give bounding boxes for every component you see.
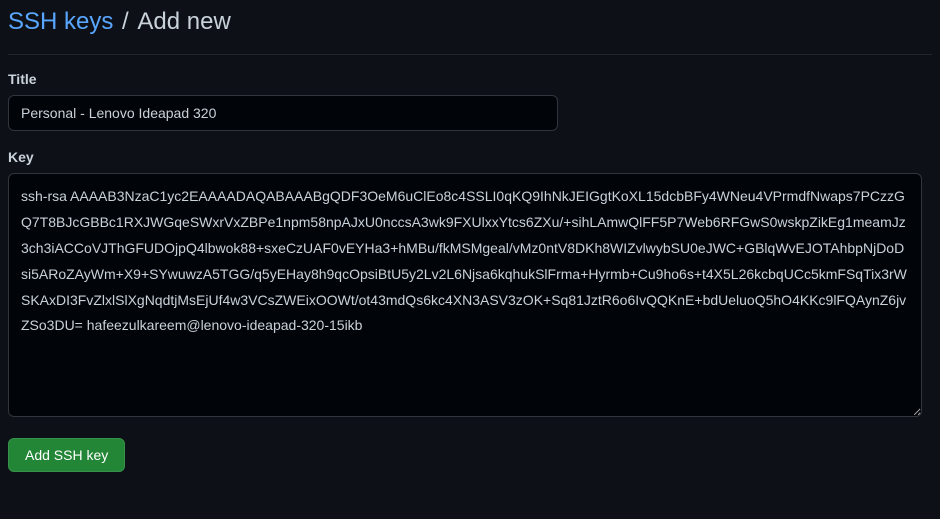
- breadcrumb: SSH keys / Add new: [8, 8, 932, 36]
- breadcrumb-current: Add new: [137, 8, 230, 35]
- title-form-group: Title: [8, 71, 932, 131]
- key-form-group: Key: [8, 149, 932, 420]
- breadcrumb-separator: /: [122, 8, 135, 35]
- breadcrumb-parent-link[interactable]: SSH keys: [8, 8, 113, 35]
- add-ssh-key-button[interactable]: Add SSH key: [8, 438, 125, 472]
- title-label: Title: [8, 71, 932, 87]
- divider: [8, 54, 932, 55]
- key-label: Key: [8, 149, 932, 165]
- key-textarea[interactable]: [8, 173, 922, 417]
- title-input[interactable]: [8, 95, 558, 131]
